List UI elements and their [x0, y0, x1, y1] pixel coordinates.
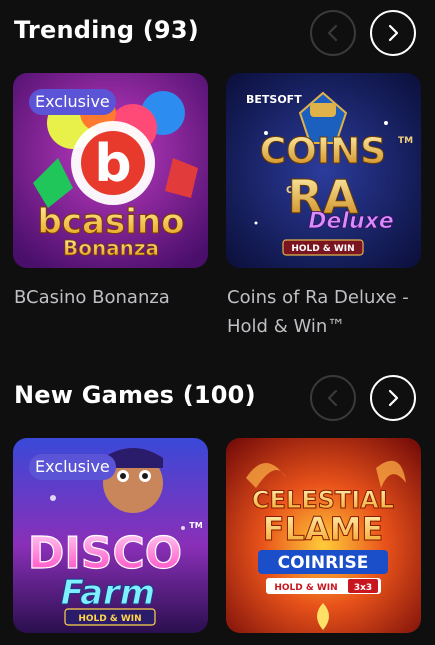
trending-prev-button[interactable] [310, 10, 356, 56]
exclusive-badge: Exclusive [29, 454, 116, 480]
celestial-flame-logo-3x3: 3x3 [354, 583, 372, 593]
coins-of-ra-logo-holdwin: HOLD & WIN [291, 244, 354, 254]
game-thumbnail[interactable]: DISCO TM Farm HOLD & WIN Exclusive [13, 438, 208, 633]
celestial-flame-logo-flame: FLAME [263, 510, 384, 548]
trending-game-list: b bcasino Bonanza Exclusive BCasino Bona… [13, 73, 433, 337]
celestial-flame-logo-holdwin: HOLD & WIN [274, 583, 337, 593]
game-thumbnail[interactable]: BETSOFT COINS TM OF RA Deluxe HOLD & WIN [226, 73, 421, 268]
game-title[interactable]: BCasino Bonanza [14, 283, 220, 312]
celestial-flame-logo-coinrise: COINRISE [278, 553, 369, 573]
disco-farm-logo-farm: Farm [61, 573, 155, 613]
game-tile-bcasino-bonanza[interactable]: b bcasino Bonanza Exclusive BCasino Bona… [13, 73, 208, 308]
coins-of-ra-artwork: BETSOFT COINS TM OF RA Deluxe HOLD & WIN [226, 73, 421, 268]
new-games-game-list: DISCO TM Farm HOLD & WIN Exclusive CELES… [13, 438, 433, 638]
bcasino-logo-bonanza: Bonanza [63, 236, 159, 260]
coins-of-ra-tm: TM [398, 136, 413, 146]
coins-of-ra-logo-coins: COINS [260, 131, 386, 172]
exclusive-badge: Exclusive [29, 89, 116, 115]
disco-farm-logo-disco: DISCO [28, 528, 182, 579]
new-games-title[interactable]: New Games (100) [14, 381, 256, 409]
chevron-right-icon [388, 389, 399, 407]
game-thumbnail[interactable]: CELESTIAL FLAME COINRISE HOLD & WIN 3x3 [226, 438, 421, 633]
trending-header: Trending (93) [0, 0, 435, 70]
chevron-right-icon [388, 24, 399, 42]
game-tile-celestial-flame[interactable]: CELESTIAL FLAME COINRISE HOLD & WIN 3x3 [226, 438, 421, 633]
new-games-prev-button[interactable] [310, 375, 356, 421]
new-games-next-button[interactable] [370, 375, 416, 421]
trending-title[interactable]: Trending (93) [14, 16, 199, 44]
bcasino-logo-b: b [94, 134, 131, 194]
betsoft-logo: BETSOFT [246, 93, 302, 106]
disco-farm-tm: TM [189, 521, 202, 530]
game-thumbnail[interactable]: b bcasino Bonanza Exclusive [13, 73, 208, 268]
game-tile-coins-of-ra[interactable]: BETSOFT COINS TM OF RA Deluxe HOLD & WIN… [226, 73, 421, 337]
disco-farm-logo-holdwin: HOLD & WIN [78, 614, 141, 624]
game-title[interactable]: Coins of Ra Deluxe - Hold & Win™ [227, 283, 435, 341]
chevron-left-icon [327, 389, 338, 407]
new-games-section: New Games (100) DISCO TM Farm HOLD & WIN… [0, 365, 435, 633]
celestial-flame-artwork: CELESTIAL FLAME COINRISE HOLD & WIN 3x3 [226, 438, 421, 633]
new-games-header: New Games (100) [0, 365, 435, 435]
chevron-left-icon [327, 24, 338, 42]
game-tile-disco-farm[interactable]: DISCO TM Farm HOLD & WIN Exclusive [13, 438, 208, 633]
trending-section: Trending (93) b bcasino Bonanza Exclusiv… [0, 0, 435, 337]
trending-next-button[interactable] [370, 10, 416, 56]
coins-of-ra-logo-deluxe: Deluxe [308, 209, 394, 234]
